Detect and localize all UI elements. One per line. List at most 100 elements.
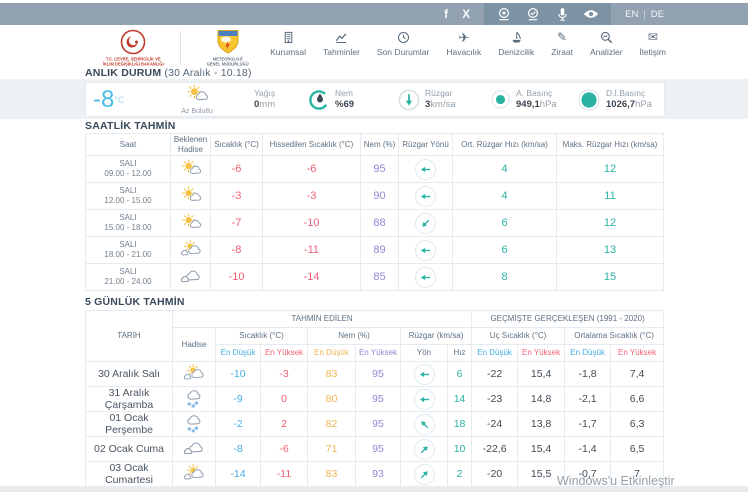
nav-label: Analizler — [589, 47, 623, 57]
wind-direction-cell — [398, 263, 453, 291]
weather-icon-cell — [170, 182, 211, 210]
nav-label: Kurumsal — [270, 47, 307, 57]
wind-direction-w-icon — [415, 239, 436, 261]
avg-wind-cell: 4 — [452, 182, 557, 210]
extreme-max-cell: 14,8 — [517, 386, 566, 412]
humidity-gauge-icon — [308, 89, 330, 111]
col-hadise: Hadise — [172, 327, 216, 362]
sub-extreme: Uç Sıcaklık (°C) — [471, 327, 566, 345]
lang-de[interactable]: DE — [651, 9, 664, 20]
hour-range: SALI 12.00 - 15.00 — [85, 182, 171, 210]
wind-speed-cell: 10 — [446, 436, 473, 462]
microphone-icon[interactable] — [554, 6, 570, 22]
avg-wind-cell: 4 — [452, 155, 557, 183]
pressure-dot-icon — [491, 90, 510, 109]
x-twitter-icon[interactable]: X — [462, 7, 470, 21]
sea-pressure-dot-icon — [578, 88, 600, 111]
feels-like-cell: -11 — [262, 236, 361, 264]
col-ort-hiz: Ort. Rüzgar Hızı (km/sa) — [452, 133, 557, 156]
lang-en[interactable]: EN — [625, 9, 638, 20]
hour-range: SALI 21.00 - 24.00 — [85, 263, 171, 291]
avg-wind-cell: 6 — [452, 209, 557, 237]
temp-min-cell: -14 — [215, 461, 261, 487]
ministry-logo[interactable]: T.C. ÇEVRE, ŞEHİRCİLİK VE İKLİM DEĞİŞİKL… — [96, 29, 170, 69]
nav-item-kurumsal[interactable]: Kurumsal — [270, 30, 306, 57]
nav-item-ziraat[interactable]: ✎ Ziraat — [551, 30, 573, 57]
ministry-emblem-icon — [120, 29, 146, 55]
wind-down-arrow-icon — [398, 89, 420, 111]
wind-direction-cell — [398, 155, 453, 183]
hour-range: SALI 18.00 - 21.00 — [85, 236, 171, 264]
temp-min-cell: -10 — [215, 361, 261, 387]
temperature-cell: -6 — [210, 155, 263, 183]
col-sicaklik: Sıcaklık (°C) — [210, 133, 263, 156]
temp-min-header: En Düşük — [215, 344, 261, 362]
sub-wind: Rüzgar (km/sa) — [399, 327, 473, 345]
wind-speed-cell: 18 — [446, 411, 473, 437]
mgm-shield-icon — [217, 30, 239, 54]
max-wind-cell: 15 — [556, 263, 664, 291]
building-icon — [282, 30, 295, 44]
app-badge-2-icon[interactable] — [525, 6, 541, 22]
wind-direction-w-icon — [413, 388, 435, 410]
temperature-cell: -8 — [210, 236, 263, 264]
cloud-snow-icon — [182, 389, 206, 409]
facebook-icon[interactable]: f — [444, 7, 448, 21]
extreme-min-cell: -24 — [471, 411, 519, 437]
sun-clouds-icon — [182, 464, 206, 484]
feels-like-cell: -6 — [262, 155, 361, 183]
nav-item-i-leti-im[interactable]: ✉ İletişim — [640, 30, 666, 57]
feels-like-cell: -3 — [262, 182, 361, 210]
clouds-icon — [179, 267, 203, 287]
feels-like-cell: -10 — [262, 209, 361, 237]
weather-icon-cell — [172, 436, 216, 462]
ext-min-header: En Düşük — [471, 344, 519, 362]
topbar: f X EN | DE — [0, 3, 748, 25]
nav-item-son-durumlar[interactable]: Son Durumlar — [377, 30, 429, 57]
nav-label: Ziraat — [551, 47, 573, 57]
col-hissedilen: Hissedilen Sıcaklık (°C) — [262, 133, 361, 156]
hum-min-header: En Düşük — [307, 344, 356, 362]
site-header: T.C. ÇEVRE, ŞEHİRCİLİK VE İKLİM DEĞİŞİKL… — [0, 25, 748, 69]
daily-row: 30 Aralık Salı -10 -3 83 95 6 -22 15,4 -1,8 7,4 — [85, 361, 665, 387]
clouds-icon — [182, 439, 206, 459]
ministry-name: T.C. ÇEVRE, ŞEHİRCİLİK VE İKLİM DEĞİŞİKL… — [102, 57, 164, 68]
nav-item-tahminler[interactable]: Tahminler — [323, 30, 360, 57]
hum-max-cell: 95 — [355, 361, 401, 387]
average-min-cell: -1,8 — [564, 361, 612, 387]
average-max-cell: 6,3 — [610, 411, 665, 437]
plane-icon: ✈ — [458, 29, 470, 45]
hourly-row: SALI 18.00 - 21.00 -8 -11 89 6 13 — [85, 236, 664, 264]
humidity-cell: 85 — [360, 263, 399, 291]
hum-min-cell: 80 — [307, 386, 356, 412]
wind-speed-cell: 14 — [446, 386, 473, 412]
date-cell: 01 Ocak Perşembe — [85, 411, 173, 437]
lang-separator: | — [643, 8, 646, 20]
hum-max-cell: 95 — [355, 436, 401, 462]
hum-max-cell: 95 — [355, 411, 401, 437]
nav-item-analizler[interactable]: Analizler — [590, 30, 623, 57]
eye-icon[interactable] — [583, 6, 599, 22]
weather-icon-cell — [172, 386, 216, 412]
app-badge-1-icon[interactable] — [496, 6, 512, 22]
hourly-header-row: Saat Beklenen Hadise Sıcaklık (°C) Hisse… — [85, 133, 664, 156]
current-conditions-card: -8 °C Az Bulutlu Yağış 0mm Nem %69 Rüzgar… — [85, 82, 665, 117]
group-forecast: TAHMİN EDİLEN — [171, 310, 473, 328]
daily-section-title: 5 GÜNLÜK TAHMİN — [85, 296, 185, 308]
mgm-logo[interactable]: METEOROLOJİ GENEL MÜDÜRLÜĞÜ — [191, 29, 265, 69]
weather-icon-cell — [170, 209, 211, 237]
nav-item-havac-l-k[interactable]: ✈ Havacılık — [446, 29, 481, 58]
wind-direction-cell — [400, 461, 448, 487]
col-saat: Saat — [85, 133, 171, 156]
nav-item-denizcilik[interactable]: Denizcilik — [498, 30, 534, 57]
daily-row: 01 Ocak Perşembe -2 2 82 95 18 -24 13,8 -1,7 6,3 — [85, 411, 665, 437]
temp-max-header: En Yüksek — [260, 344, 308, 362]
temp-max-cell: -3 — [260, 361, 308, 387]
hourly-row: SALI 12.00 - 15.00 -3 -3 90 4 11 — [85, 182, 664, 210]
temp-max-cell: -11 — [260, 461, 308, 487]
hum-min-cell: 83 — [307, 361, 356, 387]
col-nem: Nem (%) — [360, 133, 399, 156]
wind-direction-cell — [400, 436, 448, 462]
wind-direction-nw-icon — [413, 413, 435, 435]
wind-speed-cell: 6 — [446, 361, 473, 387]
